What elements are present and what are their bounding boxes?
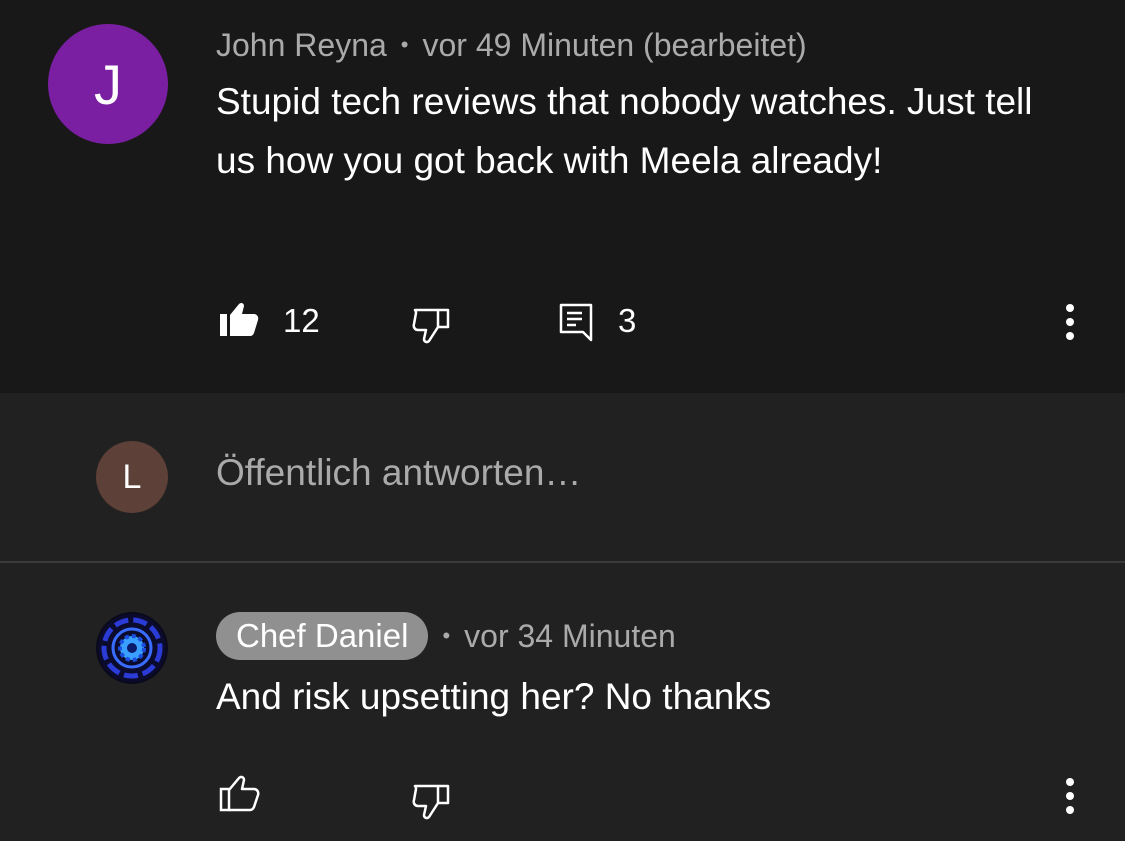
gear-avatar-icon xyxy=(98,614,166,682)
divider xyxy=(0,561,1125,563)
main-comment: J John Reyna • vor 49 Minuten (bearbeite… xyxy=(0,0,1125,393)
comment-text: Stupid tech reviews that nobody watches.… xyxy=(216,81,1033,181)
avatar-letter: L xyxy=(122,457,142,496)
comment-time: vor 49 Minuten (bearbeitet) xyxy=(422,26,807,63)
thumb-down-icon[interactable] xyxy=(412,782,452,822)
comment-meta: John Reyna • vor 49 Minuten (bearbeitet) xyxy=(216,24,807,66)
comment-meta: Chef Daniel • vor 34 Minuten xyxy=(216,612,676,660)
more-vert-icon[interactable] xyxy=(1062,776,1078,816)
reply-input[interactable]: Öffentlich antworten… xyxy=(216,452,581,494)
separator-dot: • xyxy=(442,623,451,648)
reply-icon[interactable] xyxy=(558,302,594,344)
like-count: 12 xyxy=(283,302,320,339)
author-chip[interactable]: Chef Daniel xyxy=(216,612,429,660)
avatar[interactable] xyxy=(96,612,168,684)
thumb-up-filled-icon[interactable] xyxy=(218,300,260,340)
author-name[interactable]: John Reyna xyxy=(216,27,387,64)
thumb-down-icon[interactable] xyxy=(412,306,452,346)
comment-text: And risk upsetting her? No thanks xyxy=(216,676,772,717)
reply-count[interactable]: 3 xyxy=(618,302,636,340)
avatar[interactable]: J xyxy=(48,24,168,144)
separator-dot: • xyxy=(400,32,409,57)
user-avatar: L xyxy=(96,441,168,513)
thumb-up-icon[interactable] xyxy=(219,774,261,814)
comment-time: vor 34 Minuten xyxy=(464,617,676,654)
avatar-letter: J xyxy=(94,52,122,116)
more-vert-icon[interactable] xyxy=(1062,302,1078,342)
